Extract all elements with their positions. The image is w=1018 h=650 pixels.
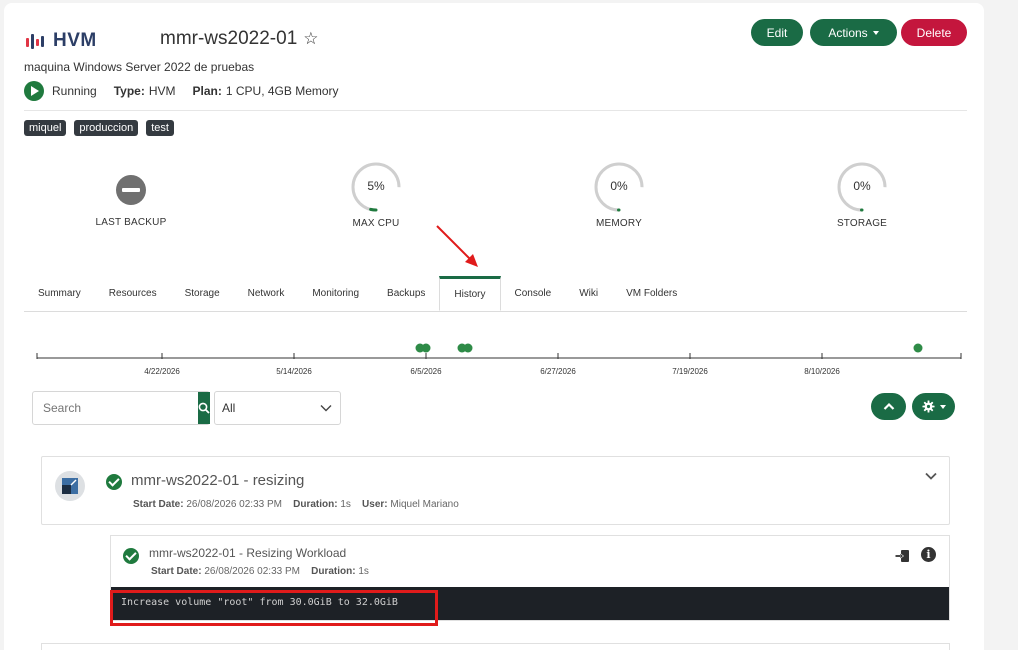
settings-button[interactable] — [912, 393, 955, 420]
divider — [24, 110, 967, 111]
timeline-tick-label: 6/27/2026 — [540, 367, 576, 376]
vm-detail-card: HVM mmr-ws2022-01 ☆ maquina Windows Serv… — [4, 3, 984, 650]
logo-text: HVM — [53, 30, 97, 51]
history-entry[interactable]: mmr-ws2022-01 - resizing Start Date: 26/… — [41, 456, 950, 525]
timeline-event[interactable] — [913, 343, 923, 353]
timeline-tick-label: 8/10/2026 — [804, 367, 840, 376]
success-icon — [123, 548, 139, 564]
resize-icon — [62, 478, 78, 494]
chevron-up-icon — [883, 402, 894, 410]
metric-label: LAST BACKUP — [95, 217, 167, 228]
avatar — [55, 471, 85, 501]
tab-bar: Summary Resources Storage Network Monito… — [24, 276, 967, 312]
timeline-event[interactable] — [421, 343, 431, 353]
gear-icon — [921, 400, 935, 413]
edit-button[interactable]: Edit — [751, 19, 803, 46]
hvm-logo: HVM — [24, 30, 97, 52]
timeline-tick-label: 7/19/2026 — [672, 367, 708, 376]
timeline-tick-label: 6/5/2026 — [410, 367, 442, 376]
chevron-down-icon[interactable] — [925, 472, 937, 480]
tab-summary[interactable]: Summary — [24, 276, 95, 311]
entry-title: mmr-ws2022-01 - resizing — [131, 472, 305, 489]
caret-down-icon — [939, 404, 946, 409]
actions-button[interactable]: Actions — [810, 19, 897, 46]
sub-entry-title: mmr-ws2022-01 - Resizing Workload — [149, 546, 347, 560]
tab-wiki[interactable]: Wiki — [565, 276, 612, 311]
entry-meta: Start Date: 26/08/2026 02:33 PM Duration… — [133, 499, 459, 510]
vm-name: mmr-ws2022-01 — [160, 28, 298, 49]
filter-select[interactable]: All — [214, 391, 341, 425]
search-button[interactable] — [198, 392, 210, 424]
success-icon — [106, 474, 122, 490]
type-value: HVM — [148, 84, 176, 98]
caret-down-icon — [872, 30, 879, 35]
page-title: mmr-ws2022-01 ☆ — [160, 28, 319, 50]
hvm-logo-icon — [26, 34, 44, 49]
actions-label: Actions — [828, 25, 868, 40]
no-backup-icon — [116, 175, 146, 205]
history-timeline[interactable]: 4/22/2026 5/14/2026 6/5/2026 6/27/2026 7/19/… — [32, 338, 962, 383]
status-row: Running Type: HVM Plan: 1 CPU, 4GB Memor… — [24, 81, 339, 101]
tag-list: miquel produccion test — [24, 120, 174, 136]
plan-label: Plan: — [192, 84, 222, 98]
info-icon[interactable]: i — [921, 547, 936, 562]
star-icon[interactable]: ☆ — [303, 29, 318, 49]
status-text: Running — [52, 84, 97, 98]
collapse-all-button[interactable] — [871, 393, 906, 420]
cpu-gauge: 5% — [349, 160, 403, 214]
search-icon — [198, 402, 210, 414]
metric-label: STORAGE — [836, 218, 888, 229]
tab-backups[interactable]: Backups — [373, 276, 439, 311]
metric-last-backup: LAST BACKUP — [66, 160, 196, 228]
storage-gauge: 0% — [835, 160, 889, 214]
tab-storage[interactable]: Storage — [171, 276, 234, 311]
tab-history[interactable]: History — [439, 276, 501, 311]
plan-value: 1 CPU, 4GB Memory — [225, 84, 339, 98]
import-icon[interactable] — [895, 548, 910, 563]
tab-vm-folders[interactable]: VM Folders — [612, 276, 691, 311]
tag-produccion[interactable]: produccion — [74, 120, 139, 136]
memory-gauge: 0% — [592, 160, 646, 214]
search-box — [32, 391, 210, 425]
tab-monitoring[interactable]: Monitoring — [298, 276, 373, 311]
tab-network[interactable]: Network — [234, 276, 299, 311]
metric-cpu: 5% MAX CPU — [311, 160, 441, 229]
timeline-tick-label: 5/14/2026 — [276, 367, 312, 376]
timeline-event[interactable] — [463, 343, 473, 353]
tag-miquel[interactable]: miquel — [24, 120, 67, 136]
type-label: Type: — [113, 84, 145, 98]
storage-value: 0% — [853, 179, 871, 193]
metric-memory: 0% MEMORY — [554, 160, 684, 229]
metric-label: MAX CPU — [352, 218, 400, 229]
sub-entry-meta: Start Date: 26/08/2026 02:33 PM Duration… — [151, 566, 369, 577]
tag-test[interactable]: test — [146, 120, 174, 136]
annotation-arrow — [436, 225, 478, 267]
history-entry[interactable] — [41, 643, 950, 650]
tab-resources[interactable]: Resources — [95, 276, 171, 311]
chevron-down-icon — [320, 405, 332, 412]
cpu-value: 5% — [367, 179, 385, 193]
annotation-highlight-box — [110, 590, 438, 626]
metric-label: MEMORY — [595, 218, 643, 229]
memory-value: 0% — [610, 179, 628, 193]
filter-select-value: All — [222, 401, 236, 415]
delete-button[interactable]: Delete — [901, 19, 967, 46]
running-icon — [24, 81, 44, 101]
tab-console[interactable]: Console — [501, 276, 566, 311]
vm-description: maquina Windows Server 2022 de pruebas — [24, 60, 255, 74]
metric-storage: 0% STORAGE — [797, 160, 927, 229]
search-input[interactable] — [33, 392, 198, 424]
timeline-tick-label: 4/22/2026 — [144, 367, 180, 376]
